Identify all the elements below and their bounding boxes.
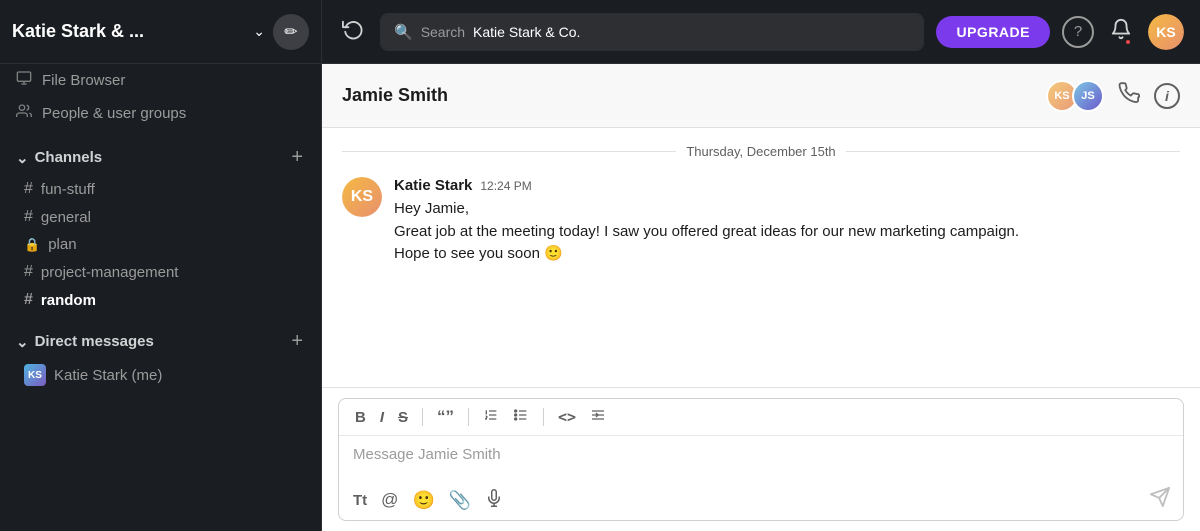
dm-chevron-icon: ⌄: [16, 333, 29, 351]
header-avatar-2: JS: [1072, 80, 1104, 112]
message-avatar: KS: [342, 177, 382, 217]
add-channel-button[interactable]: +: [289, 144, 305, 171]
channel-name: project-management: [41, 264, 179, 281]
workspace-name: Katie Stark & ...: [12, 21, 247, 42]
sidebar-item-people-groups[interactable]: People & user groups: [0, 97, 321, 130]
dm-avatar: KS: [24, 364, 46, 386]
channel-name: plan: [48, 236, 76, 253]
search-label: Search: [421, 24, 465, 40]
message-line-2: Great job at the meeting today! I saw yo…: [394, 221, 1180, 244]
indent-button[interactable]: [586, 405, 610, 429]
channel-hash-icon: #: [24, 208, 33, 226]
message-row: KS Katie Stark 12:24 PM Hey Jamie, Great…: [322, 171, 1200, 272]
people-groups-label: People & user groups: [42, 105, 186, 122]
lock-icon: 🔒: [24, 237, 40, 253]
channel-item-project-management[interactable]: # project-management: [0, 258, 321, 286]
channel-item-random[interactable]: # random: [0, 286, 321, 314]
notifications-button[interactable]: [1106, 14, 1136, 50]
dm-name: Katie Stark (me): [54, 367, 162, 384]
info-button[interactable]: i: [1154, 83, 1180, 109]
add-dm-button[interactable]: +: [289, 328, 305, 355]
code-button[interactable]: <>: [554, 406, 580, 428]
channel-name: fun-stuff: [41, 181, 95, 198]
channel-hash-icon: #: [24, 180, 33, 198]
people-groups-icon: [16, 103, 32, 124]
upgrade-button[interactable]: UPGRADE: [936, 16, 1050, 48]
chat-header: Jamie Smith KS JS i: [322, 64, 1200, 128]
search-company: Katie Stark & Co.: [473, 24, 580, 40]
search-icon: 🔍: [394, 23, 413, 41]
dm-item-katie-stark[interactable]: KS Katie Stark (me): [0, 359, 321, 391]
search-bar[interactable]: 🔍 Search Katie Stark & Co.: [380, 13, 924, 51]
chat-messages[interactable]: Thursday, December 15th KS Katie Stark 1…: [322, 128, 1200, 387]
dm-label: Direct messages: [35, 333, 154, 350]
channels-section: ⌄ Channels +: [0, 130, 321, 175]
message-line-3: Hope to see you soon 🙂: [394, 243, 1180, 266]
message-text: Hey Jamie, Great job at the meeting toda…: [394, 198, 1180, 266]
channel-item-general[interactable]: # general: [0, 203, 321, 231]
channel-name: random: [41, 292, 96, 309]
text-format-button[interactable]: Tt: [351, 490, 369, 511]
chat-title: Jamie Smith: [342, 85, 1052, 106]
channel-name: general: [41, 209, 91, 226]
channel-hash-icon: #: [24, 263, 33, 281]
message-time: 12:24 PM: [480, 179, 531, 193]
message-avatar-inner: KS: [342, 177, 382, 217]
composer-toolbar: B I S “” <>: [339, 399, 1183, 436]
header-actions: KS JS i: [1052, 80, 1180, 112]
channels-label: Channels: [35, 149, 103, 166]
quote-button[interactable]: “”: [433, 405, 458, 429]
channels-toggle[interactable]: ⌄ Channels: [16, 149, 102, 167]
bold-button[interactable]: B: [351, 407, 370, 428]
toolbar-separator-3: [543, 408, 544, 426]
sidebar-item-file-browser[interactable]: File Browser: [0, 64, 321, 97]
composer-area: B I S “” <>: [322, 387, 1200, 531]
channel-item-fun-stuff[interactable]: # fun-stuff: [0, 175, 321, 203]
channel-item-plan[interactable]: 🔒 plan: [0, 231, 321, 258]
workspace-chevron-icon[interactable]: ⌄: [253, 23, 265, 40]
header-avatars: KS JS: [1052, 80, 1104, 112]
italic-button[interactable]: I: [376, 407, 388, 428]
unordered-list-button[interactable]: [509, 405, 533, 429]
send-button[interactable]: [1149, 486, 1171, 514]
composer-input[interactable]: Message Jamie Smith: [339, 436, 1183, 480]
message-sender: Katie Stark: [394, 177, 472, 194]
notification-dot: [1124, 38, 1132, 46]
message-line-1: Hey Jamie,: [394, 198, 1180, 221]
toolbar-separator-2: [468, 408, 469, 426]
dm-toggle[interactable]: ⌄ Direct messages: [16, 333, 154, 351]
attach-button[interactable]: 📎: [447, 488, 473, 513]
file-browser-icon: [16, 70, 32, 91]
main-layout: File Browser People & user groups ⌄ Chan…: [0, 64, 1200, 531]
user-avatar-button[interactable]: KS: [1148, 14, 1184, 50]
emoji-button[interactable]: 🙂: [410, 488, 436, 513]
composer-placeholder: Message Jamie Smith: [353, 446, 501, 463]
call-button[interactable]: [1118, 82, 1140, 110]
ordered-list-button[interactable]: [479, 405, 503, 429]
date-divider: Thursday, December 15th: [342, 128, 1180, 171]
dm-section: ⌄ Direct messages +: [0, 314, 321, 359]
date-divider-text: Thursday, December 15th: [686, 144, 835, 159]
file-browser-label: File Browser: [42, 72, 125, 89]
strikethrough-button[interactable]: S: [394, 407, 412, 428]
history-button[interactable]: [338, 14, 368, 50]
toolbar-separator-1: [422, 408, 423, 426]
mention-button[interactable]: @: [379, 488, 400, 512]
topbar: Katie Stark & ... ⌄ ✏ 🔍 Search Katie Sta…: [0, 0, 1200, 64]
composer-bottom-toolbar: Tt @ 🙂 📎: [339, 480, 1183, 520]
message-body: Katie Stark 12:24 PM Hey Jamie, Great jo…: [394, 177, 1180, 266]
edit-workspace-button[interactable]: ✏: [273, 14, 309, 50]
main-content: Jamie Smith KS JS i Thursday, December 1…: [322, 64, 1200, 531]
topbar-right: 🔍 Search Katie Stark & Co. UPGRADE ? KS: [322, 13, 1200, 51]
composer-box: B I S “” <>: [338, 398, 1184, 521]
topbar-left: Katie Stark & ... ⌄ ✏: [0, 0, 322, 63]
channels-chevron-icon: ⌄: [16, 149, 29, 167]
audio-button[interactable]: [483, 487, 505, 514]
message-header: Katie Stark 12:24 PM: [394, 177, 1180, 194]
help-button[interactable]: ?: [1062, 16, 1094, 48]
user-avatar: KS: [1148, 14, 1184, 50]
channel-hash-icon: #: [24, 291, 33, 309]
sidebar: File Browser People & user groups ⌄ Chan…: [0, 64, 322, 531]
